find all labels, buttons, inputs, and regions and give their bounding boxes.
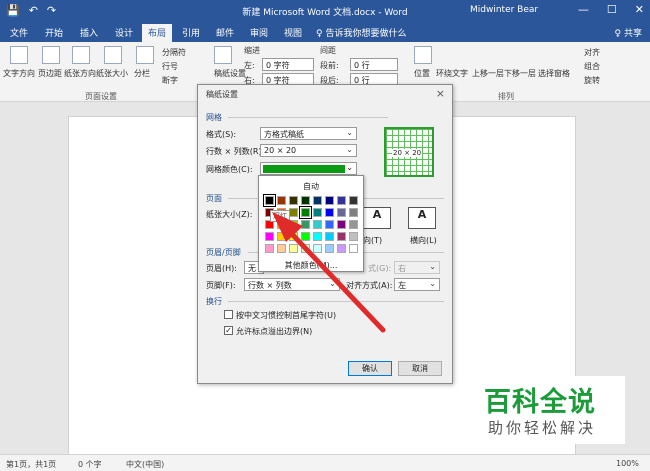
watermark-subtitle: 助你轻松解决 (488, 419, 597, 437)
status-bar: 第1页，共1页 0 个字 中文(中国) 100% (0, 454, 650, 471)
watermark-title: 百科全说 (484, 387, 596, 418)
zoom-level[interactable]: 100% (616, 459, 639, 468)
page-count[interactable]: 第1页，共1页 (6, 459, 56, 470)
language[interactable]: 中文(中国) (126, 459, 164, 470)
watermark-logo: 百科全说 助你轻松解决 (470, 376, 625, 444)
word-count[interactable]: 0 个字 (78, 459, 102, 470)
